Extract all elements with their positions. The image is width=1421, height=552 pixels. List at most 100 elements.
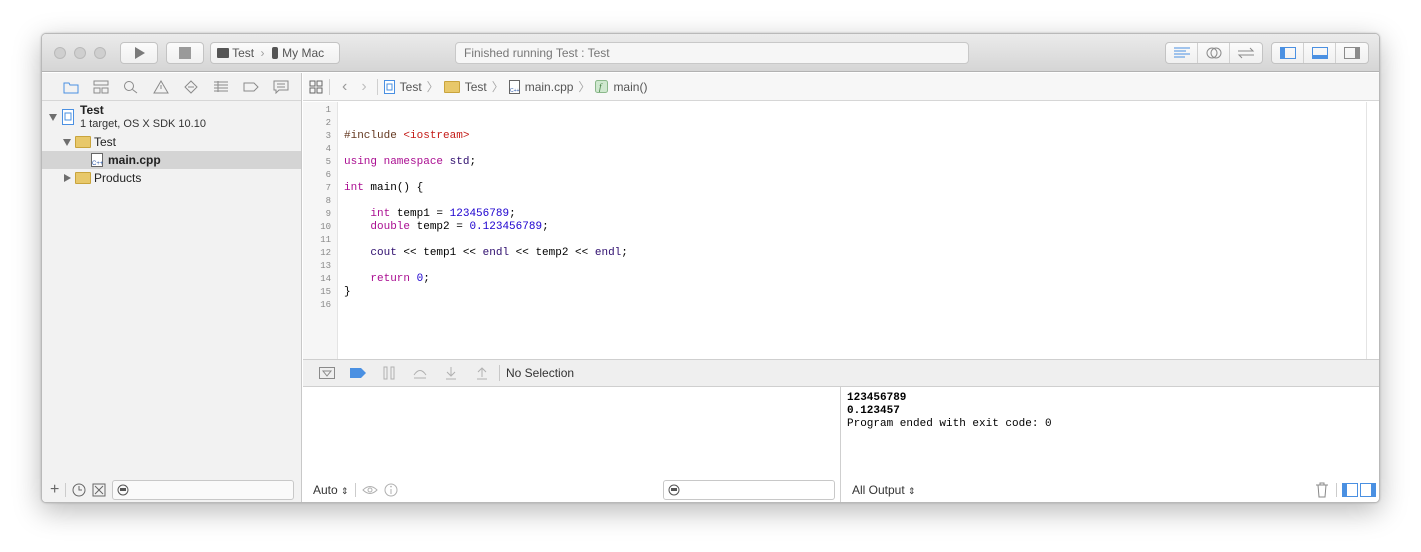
line-number: 12	[320, 248, 331, 258]
divider	[65, 483, 67, 497]
line-number: 4	[325, 144, 331, 154]
search-icon[interactable]	[116, 80, 146, 94]
pause-icon[interactable]	[373, 366, 404, 380]
chevron-right-icon: 〉	[426, 80, 439, 94]
jumpbar-symbol-crumb[interactable]: main()	[613, 80, 647, 94]
console-pane-toggle-icon[interactable]	[1360, 483, 1376, 497]
divider	[354, 483, 356, 497]
back-arrow-icon[interactable]: ‹	[342, 78, 347, 96]
stop-button[interactable]	[166, 42, 204, 64]
view-toggle-control	[1271, 42, 1369, 64]
standard-editor-button[interactable]	[1166, 43, 1198, 63]
page-guide	[1366, 102, 1367, 359]
console-output: 123456789 0.123457 Program ended with ex…	[847, 392, 1052, 431]
cpp-file-icon: C++	[508, 79, 520, 94]
bottom-panel-icon	[1311, 47, 1328, 59]
right-panel-icon	[1344, 47, 1360, 59]
jump-bar: ‹ › Test 〉 Test 〉 C++ main.cpp 〉 f main(…	[303, 73, 1379, 101]
scheme-selector[interactable]: Test › My Mac	[210, 42, 340, 64]
group-row-test[interactable]: Test	[42, 133, 301, 151]
line-number-gutter: 1 2 3 4 5 6 7 8 9 10 11 12 13 14 15 16	[303, 102, 338, 359]
xcode-window: Test › My Mac Finished running Test : Te…	[41, 33, 1380, 503]
step-out-icon[interactable]	[466, 366, 497, 380]
updown-chevron-icon: ⇕	[908, 486, 916, 496]
project-file-icon	[62, 109, 74, 125]
run-button[interactable]	[120, 42, 158, 64]
group-row-products[interactable]: Products	[42, 169, 301, 187]
cpp-file-icon: C++	[91, 153, 103, 167]
code-line: }	[344, 286, 351, 298]
toggle-utilities-button[interactable]	[1336, 43, 1368, 63]
play-icon	[135, 47, 145, 59]
step-into-icon[interactable]	[435, 366, 466, 380]
overlapping-circles-icon	[1206, 47, 1221, 59]
line-number: 9	[325, 209, 331, 219]
close-window-button[interactable]	[54, 47, 66, 59]
updown-chevron-icon: ⇕	[341, 486, 349, 496]
scheme-destination-label: My Mac	[282, 46, 325, 60]
zoom-window-button[interactable]	[94, 47, 106, 59]
line-number: 10	[320, 222, 331, 232]
toolbar: Test › My Mac Finished running Test : Te…	[42, 34, 1379, 72]
assistant-editor-button[interactable]	[1198, 43, 1230, 63]
folder-icon	[75, 172, 91, 184]
jumpbar-group-crumb[interactable]: Test	[465, 80, 487, 94]
editor-mode-control	[1165, 42, 1263, 64]
disclosure-triangle-icon[interactable]	[63, 139, 71, 146]
eye-icon[interactable]	[361, 484, 378, 496]
jumpbar-project-crumb[interactable]: Test	[400, 80, 422, 94]
line-number: 13	[320, 261, 331, 271]
filter-icon	[668, 484, 680, 496]
related-items-icon[interactable]	[309, 80, 323, 94]
line-number: 1	[325, 105, 331, 115]
folder-icon[interactable]	[56, 80, 86, 94]
folder-icon	[75, 136, 91, 148]
variables-mode-popup[interactable]: Auto ⇕	[313, 483, 349, 497]
breakpoint-navigator-icon[interactable]	[236, 80, 266, 94]
add-icon[interactable]: +	[50, 482, 59, 498]
line-number: 14	[320, 274, 331, 284]
warning-icon[interactable]	[146, 79, 176, 94]
jumpbar-file-crumb[interactable]: main.cpp	[525, 80, 574, 94]
navigator-filter-field[interactable]	[112, 480, 295, 500]
project-row[interactable]: Test 1 target, OS X SDK 10.10	[42, 103, 301, 131]
trash-icon[interactable]	[1315, 482, 1329, 498]
clock-icon[interactable]	[72, 483, 86, 497]
scm-filter-icon[interactable]	[92, 483, 106, 497]
line-number: 7	[325, 183, 331, 193]
line-number: 8	[325, 196, 331, 206]
line-number: 11	[320, 235, 331, 245]
symbol-navigator-icon[interactable]	[86, 80, 116, 94]
toggle-navigator-button[interactable]	[1272, 43, 1304, 63]
test-navigator-icon[interactable]	[176, 79, 206, 94]
file-label: main.cpp	[108, 153, 161, 167]
breakpoints-toggle-icon[interactable]	[342, 367, 373, 379]
navigator-filter-bar: +	[42, 476, 301, 502]
console-output-popup[interactable]: All Output ⇕	[852, 483, 916, 497]
console-output-line: Program ended with exit code: 0	[847, 418, 1052, 430]
info-icon[interactable]	[384, 483, 398, 497]
console-view[interactable]: 123456789 0.123457 Program ended with ex…	[842, 387, 1379, 502]
variables-pane-toggle-icon[interactable]	[1342, 483, 1358, 497]
source-editor[interactable]: 1 2 3 4 5 6 7 8 9 10 11 12 13 14 15 16 #…	[303, 102, 1379, 359]
forward-arrow-icon[interactable]: ›	[361, 78, 366, 96]
debug-navigator-icon[interactable]	[206, 80, 236, 94]
disclosure-triangle-icon[interactable]	[49, 114, 57, 121]
hide-debug-area-icon[interactable]	[311, 367, 342, 379]
console-output-line: 0.123457	[847, 405, 900, 417]
file-row-main-cpp[interactable]: C++ main.cpp	[42, 151, 301, 169]
step-over-icon[interactable]	[404, 366, 435, 380]
editor-area: ‹ › Test 〉 Test 〉 C++ main.cpp 〉 f main(…	[303, 73, 1379, 502]
disclosure-triangle-icon[interactable]	[64, 174, 71, 182]
version-editor-button[interactable]	[1230, 43, 1262, 63]
svg-text:C++: C++	[510, 88, 520, 94]
variables-footer: Auto ⇕	[313, 476, 841, 502]
code-line: #include <iostream>	[344, 130, 470, 142]
variables-filter-field[interactable]	[663, 480, 835, 500]
debug-bar: No Selection	[303, 359, 1379, 387]
line-number: 3	[325, 131, 331, 141]
toggle-debug-area-button[interactable]	[1304, 43, 1336, 63]
project-name: Test	[80, 103, 104, 117]
minimize-window-button[interactable]	[74, 47, 86, 59]
report-navigator-icon[interactable]	[266, 80, 296, 94]
